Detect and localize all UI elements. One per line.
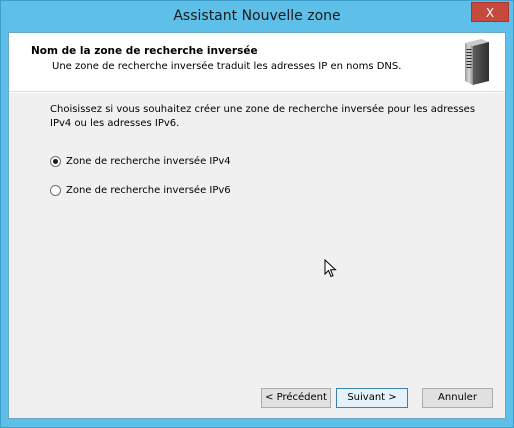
title-bar[interactable]: Assistant Nouvelle zone X: [1, 1, 513, 33]
back-button[interactable]: < Précédent: [261, 388, 331, 408]
header-divider: [9, 92, 505, 93]
option-ipv6[interactable]: Zone de recherche inversée IPv6: [50, 182, 231, 198]
option-ipv6-label[interactable]: Zone de recherche inversée IPv6: [66, 185, 231, 196]
page-subtitle: Une zone de recherche inversée traduit l…: [52, 61, 402, 72]
wizard-window: Assistant Nouvelle zone X Nom de la zone…: [0, 0, 514, 428]
page-title: Nom de la zone de recherche inversée: [31, 45, 258, 57]
option-ipv4-label[interactable]: Zone de recherche inversée IPv4: [66, 156, 231, 167]
wizard-client-area: Nom de la zone de recherche inversée Une…: [8, 32, 506, 419]
intro-text: Choisissez si vous souhaitez créer une z…: [50, 104, 476, 129]
window-title: Assistant Nouvelle zone: [173, 8, 341, 24]
next-button[interactable]: Suivant >: [336, 388, 408, 408]
radio-ipv4[interactable]: [50, 155, 61, 167]
close-button[interactable]: X: [471, 2, 509, 22]
option-ipv4[interactable]: Zone de recherche inversée IPv4: [50, 153, 231, 169]
wizard-header: Nom de la zone de recherche inversée Une…: [9, 33, 505, 92]
cancel-button[interactable]: Annuler: [422, 388, 493, 408]
server-icon: [465, 39, 489, 85]
mouse-cursor-icon: [324, 259, 337, 278]
radio-ipv6[interactable]: [50, 184, 61, 196]
